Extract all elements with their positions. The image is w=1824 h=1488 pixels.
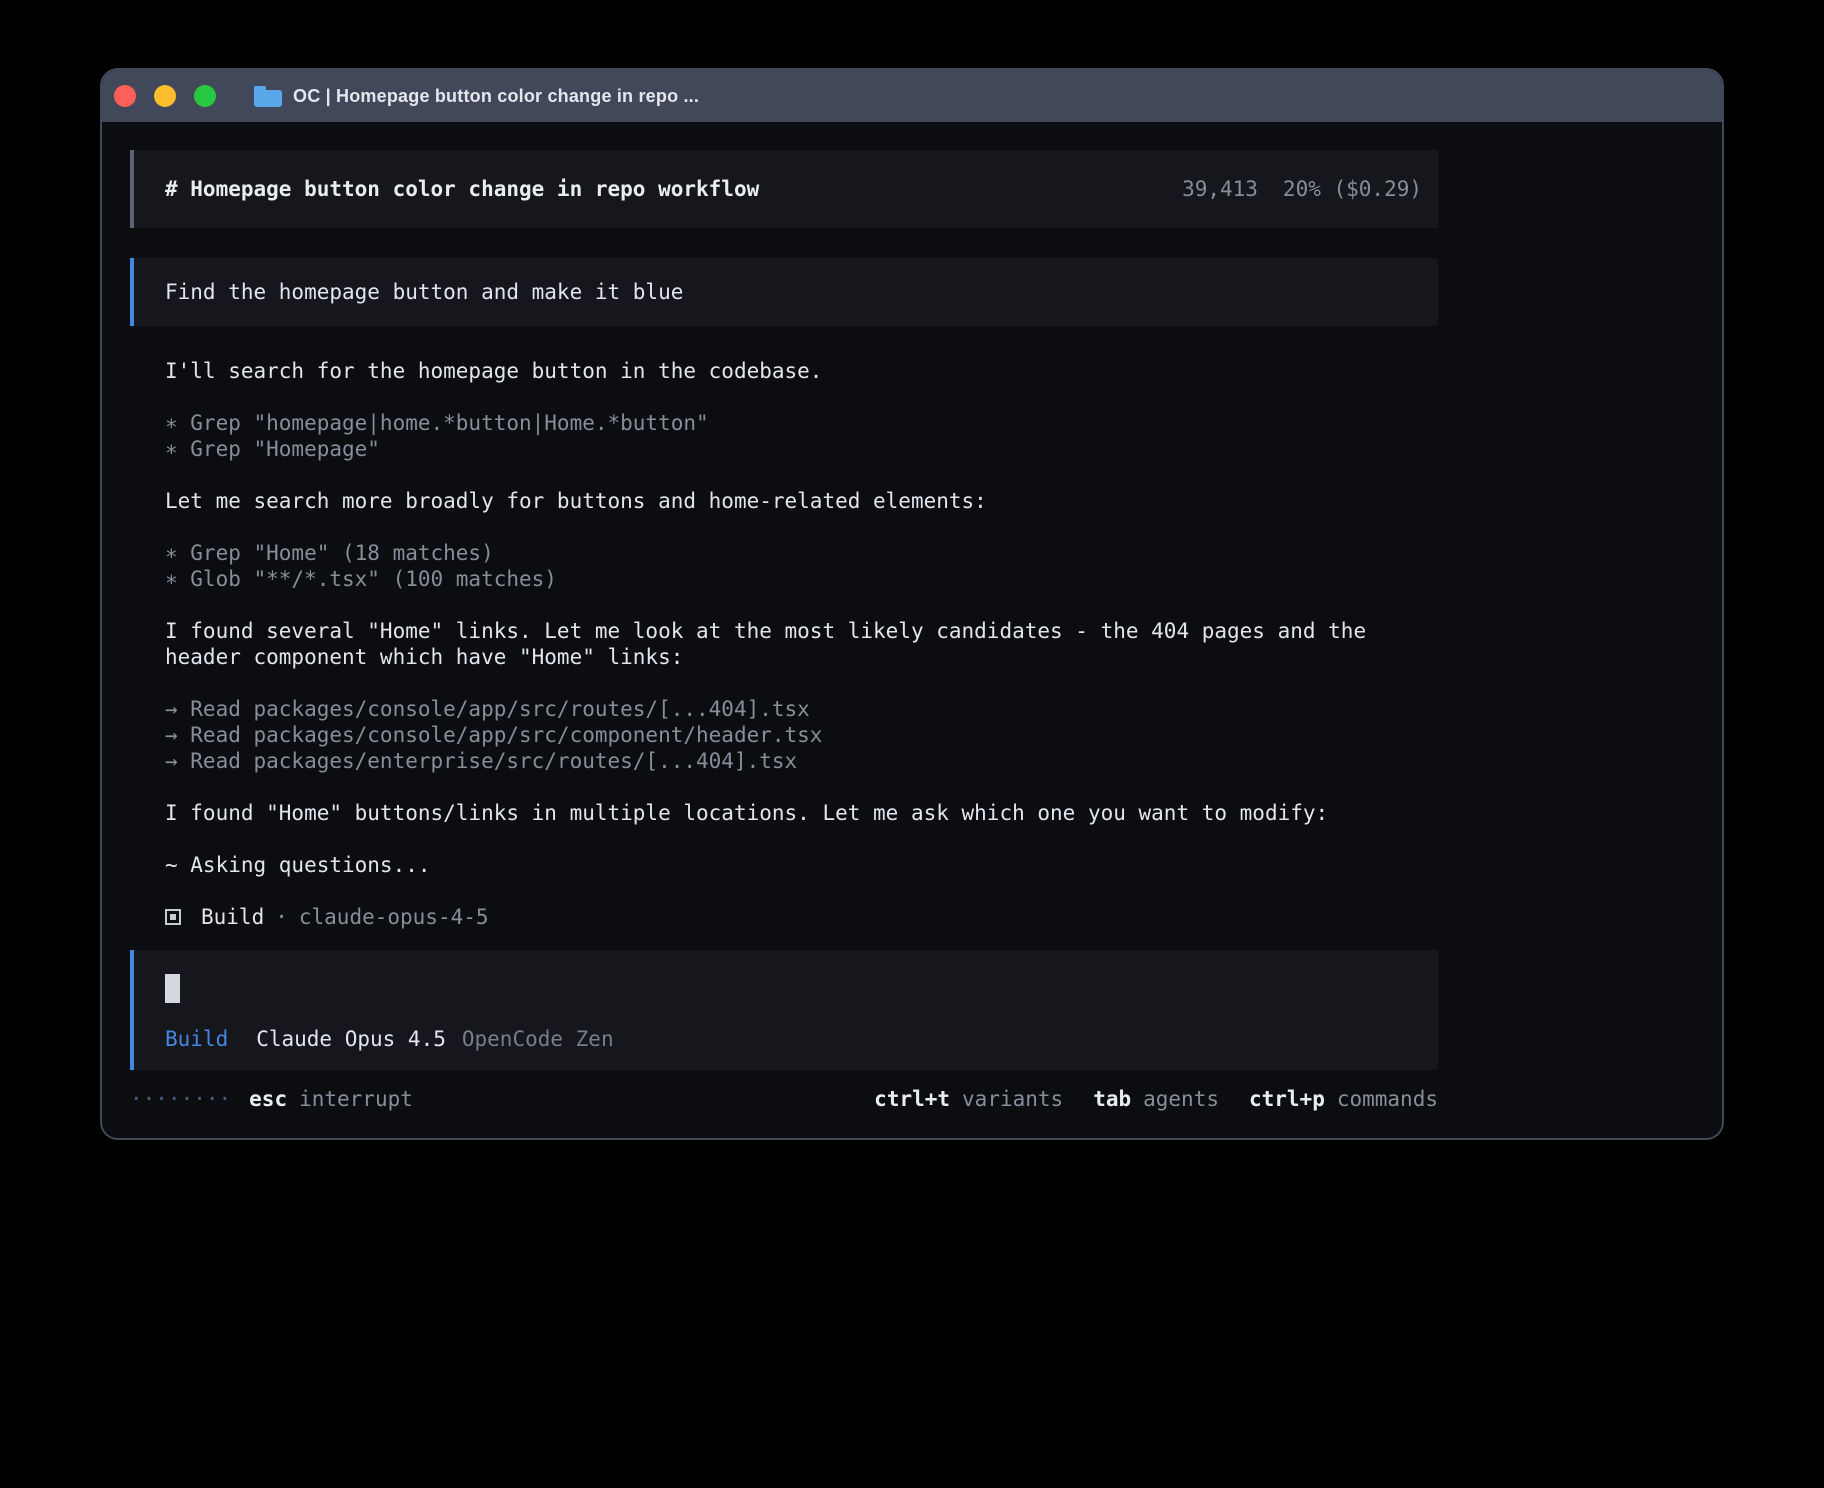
prompt-input[interactable]: Build Claude Opus 4.5 OpenCode Zen <box>130 950 1438 1070</box>
square-dot-icon <box>165 909 181 925</box>
minimize-window-button[interactable] <box>154 85 176 107</box>
assistant-text: I found "Home" buttons/links in multiple… <box>165 800 1438 826</box>
hint-commands: commands <box>1337 1086 1438 1112</box>
assistant-message: I found several "Home" links. Let me loo… <box>165 618 1438 670</box>
working-status-text: ~ Asking questions... <box>165 852 1438 878</box>
assistant-text: I found several "Home" links. Let me loo… <box>165 618 1438 644</box>
session-stats: 39,413 20% ($0.29) <box>1182 177 1422 201</box>
tool-call-glob: ∗ Glob "**/*.tsx" (100 matches) <box>165 566 1438 592</box>
tool-call-read: → Read packages/console/app/src/componen… <box>165 722 1438 748</box>
tool-call-read: → Read packages/console/app/src/routes/[… <box>165 696 1438 722</box>
assistant-text: Let me search more broadly for buttons a… <box>165 488 1438 514</box>
assistant-text: I'll search for the homepage button in t… <box>165 358 1438 384</box>
zoom-window-button[interactable] <box>194 85 216 107</box>
tool-call-grep: ∗ Grep "Home" (18 matches) <box>165 540 1438 566</box>
session-title: # Homepage button color change in repo w… <box>165 177 759 201</box>
key-tab: tab <box>1093 1086 1131 1112</box>
user-message-text: Find the homepage button and make it blu… <box>165 280 683 304</box>
window-title: OC | Homepage button color change in rep… <box>293 86 699 107</box>
key-esc: esc <box>249 1086 287 1112</box>
agent-name: Build <box>201 905 264 929</box>
terminal-content: # Homepage button color change in repo w… <box>102 122 1722 1138</box>
agent-model: claude-opus-4-5 <box>299 905 489 929</box>
hint-agents: agents <box>1143 1086 1219 1112</box>
close-window-button[interactable] <box>114 85 136 107</box>
status-left: ········ esc interrupt <box>130 1086 413 1112</box>
tool-call-read: → Read packages/enterprise/src/routes/[.… <box>165 748 1438 774</box>
working-status: ~ Asking questions... <box>165 852 1438 878</box>
key-ctrl-t: ctrl+t <box>874 1086 950 1112</box>
status-bar: ········ esc interrupt ctrl+t variants t… <box>130 1086 1438 1112</box>
agent-status: Build · claude-opus-4-5 <box>130 904 1438 930</box>
assistant-message: Let me search more broadly for buttons a… <box>165 488 1438 514</box>
tool-calls: ∗ Grep "homepage|home.*button|Home.*butt… <box>165 410 1438 462</box>
tool-calls: ∗ Grep "Home" (18 matches) ∗ Glob "**/*.… <box>165 540 1438 592</box>
assistant-response: I'll search for the homepage button in t… <box>130 358 1438 904</box>
token-count: 39,413 <box>1182 177 1258 201</box>
provider-name: OpenCode Zen <box>462 1026 614 1052</box>
folder-icon <box>254 86 282 107</box>
user-message: Find the homepage button and make it blu… <box>130 258 1438 326</box>
hint-interrupt: interrupt <box>299 1086 413 1112</box>
tool-call-grep: ∗ Grep "Homepage" <box>165 436 1438 462</box>
agent-separator: · <box>275 905 288 929</box>
assistant-message: I'll search for the homepage button in t… <box>165 358 1438 384</box>
input-meta: Build Claude Opus 4.5 OpenCode Zen <box>165 1026 1408 1052</box>
model-name: Claude Opus 4.5 <box>256 1026 446 1052</box>
assistant-text: header component which have "Home" links… <box>165 644 1438 670</box>
status-right: ctrl+t variants tab agents ctrl+p comman… <box>874 1086 1438 1112</box>
terminal-window: OC | Homepage button color change in rep… <box>100 68 1724 1140</box>
tool-calls: → Read packages/console/app/src/routes/[… <box>165 696 1438 774</box>
agent-mode-label: Build <box>165 1026 228 1052</box>
context-usage: 20% ($0.29) <box>1283 177 1422 201</box>
key-ctrl-p: ctrl+p <box>1249 1086 1325 1112</box>
hint-variants: variants <box>962 1086 1063 1112</box>
session-header: # Homepage button color change in repo w… <box>130 150 1438 228</box>
desktop-background: OC | Homepage button color change in rep… <box>0 0 1824 1488</box>
tool-call-grep: ∗ Grep "homepage|home.*button|Home.*butt… <box>165 410 1438 436</box>
window-titlebar[interactable]: OC | Homepage button color change in rep… <box>102 70 1722 122</box>
spinner-dots: ········ <box>130 1086 231 1112</box>
text-cursor <box>165 974 180 1003</box>
assistant-message: I found "Home" buttons/links in multiple… <box>165 800 1438 826</box>
